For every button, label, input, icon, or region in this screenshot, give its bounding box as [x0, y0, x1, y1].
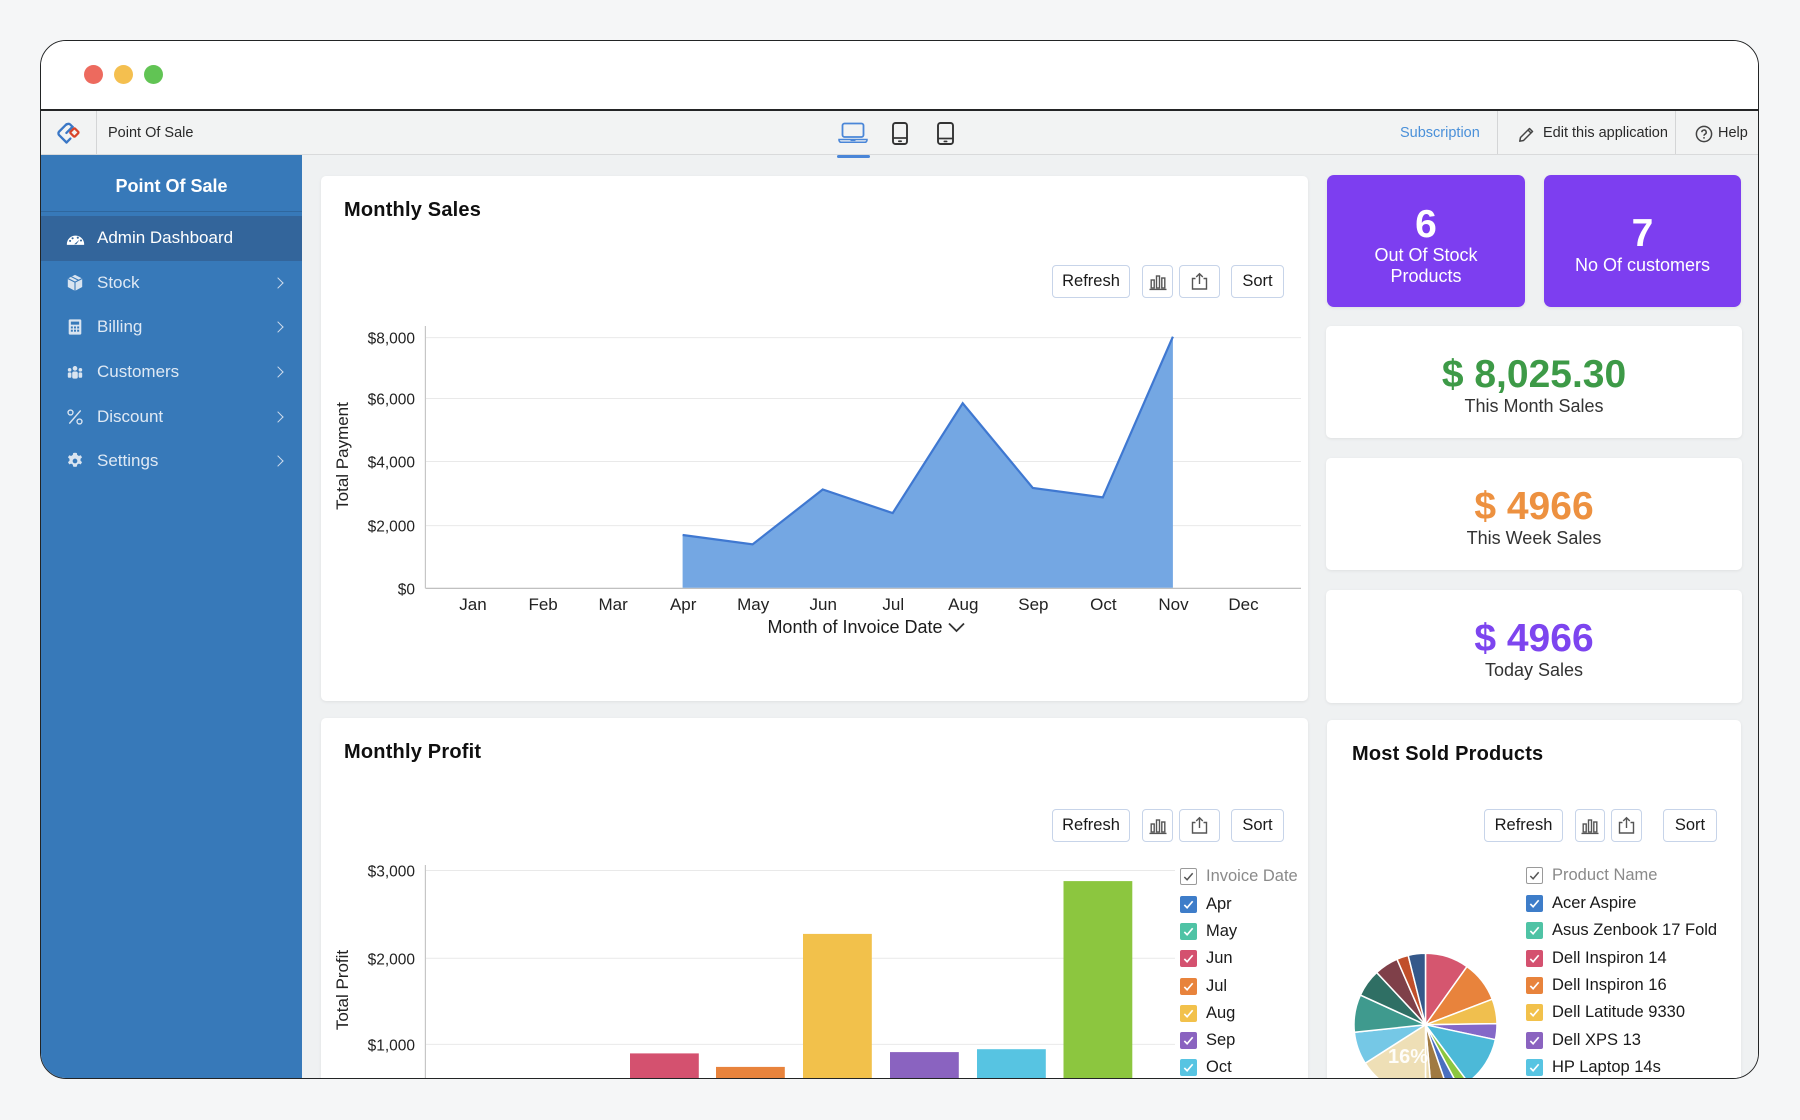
- svg-text:$8,000: $8,000: [368, 331, 416, 348]
- svg-text:Jul: Jul: [882, 595, 904, 614]
- svg-text:16%: 16%: [1388, 1046, 1428, 1068]
- svg-text:Sep: Sep: [1018, 595, 1048, 614]
- svg-text:Oct: Oct: [1090, 595, 1117, 614]
- svg-text:$4,000: $4,000: [368, 455, 416, 472]
- svg-text:Total Payment: Total Payment: [333, 402, 352, 510]
- svg-text:Jan: Jan: [459, 595, 486, 614]
- svg-text:Month of Invoice Date: Month of Invoice Date: [767, 617, 942, 637]
- svg-text:Jun: Jun: [809, 595, 836, 614]
- svg-text:Apr: Apr: [670, 595, 697, 614]
- svg-text:Mar: Mar: [598, 595, 628, 614]
- svg-text:May: May: [737, 595, 770, 614]
- svg-text:$2,000: $2,000: [368, 951, 416, 968]
- svg-text:Aug: Aug: [948, 595, 978, 614]
- svg-text:Total Profit: Total Profit: [333, 950, 352, 1031]
- svg-text:$1,000: $1,000: [368, 1037, 416, 1054]
- svg-text:Feb: Feb: [528, 595, 557, 614]
- svg-text:$2,000: $2,000: [368, 519, 416, 536]
- svg-text:$3,000: $3,000: [368, 864, 416, 881]
- svg-text:$0: $0: [398, 581, 416, 598]
- svg-text:Dec: Dec: [1228, 595, 1259, 614]
- svg-text:$6,000: $6,000: [368, 392, 416, 409]
- svg-text:Nov: Nov: [1158, 595, 1189, 614]
